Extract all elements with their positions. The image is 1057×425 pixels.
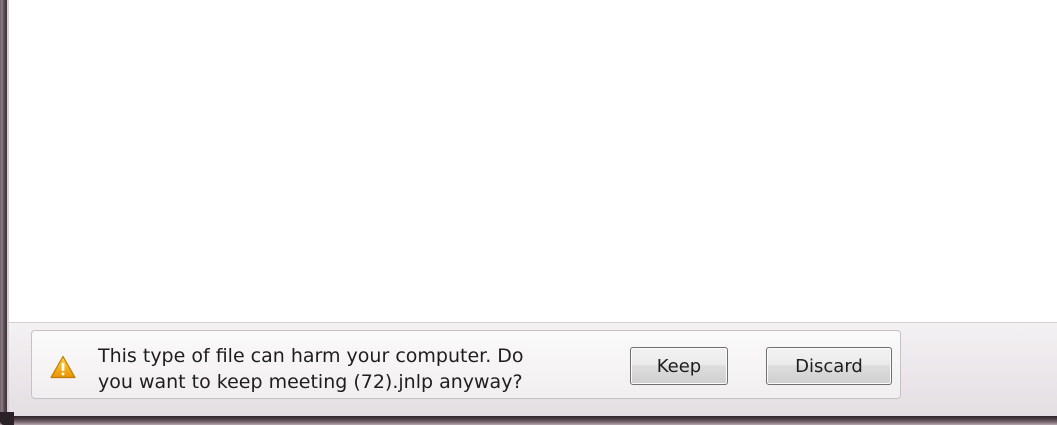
- download-shelf: This type of file can harm your computer…: [9, 322, 1057, 417]
- window-frame-left: [0, 0, 7, 418]
- download-warning-message: This type of file can harm your computer…: [98, 343, 598, 395]
- keep-button[interactable]: Keep: [630, 347, 728, 385]
- warning-message-line-1: This type of file can harm your computer…: [98, 345, 524, 367]
- warning-icon: [50, 355, 76, 379]
- window-frame-bottom: [0, 416, 1057, 425]
- window-frame-corner: [0, 412, 14, 425]
- page-content-area: [9, 0, 1057, 322]
- browser-window: This type of file can harm your computer…: [0, 0, 1057, 425]
- warning-message-line-2: you want to keep meeting (72).jnlp anywa…: [98, 371, 523, 393]
- discard-button[interactable]: Discard: [766, 347, 892, 385]
- download-warning-item: This type of file can harm your computer…: [31, 330, 901, 399]
- window-frame-left-highlight: [7, 0, 9, 418]
